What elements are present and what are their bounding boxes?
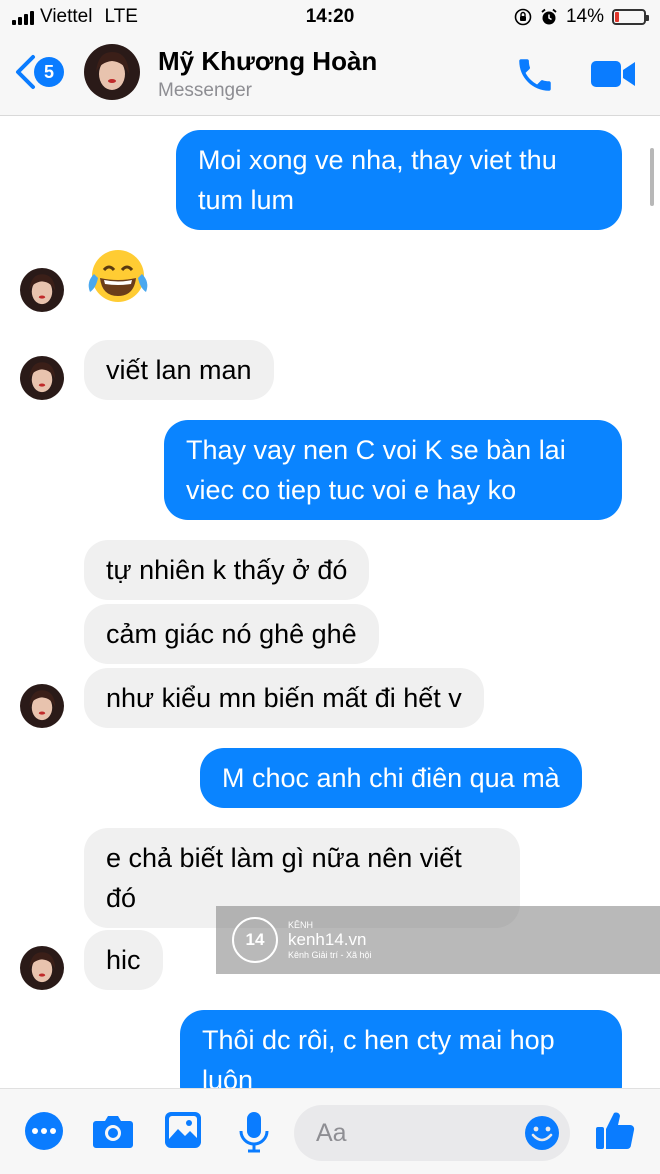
message-incoming[interactable]: cảm giác nó ghê ghê	[84, 604, 379, 664]
microphone-icon	[239, 1112, 269, 1153]
unread-count-badge: 5	[34, 57, 64, 87]
more-button[interactable]	[24, 1111, 64, 1156]
message-outgoing[interactable]: Moi xong ve nha, thay viet thu tum lum	[176, 130, 622, 230]
thumbs-up-icon	[596, 1112, 635, 1149]
message-outgoing[interactable]: M choc anh chi điên qua mà	[200, 748, 582, 808]
message-input-container[interactable]	[294, 1105, 570, 1161]
phone-icon	[519, 59, 551, 91]
contact-avatar-small	[20, 356, 64, 400]
kenh14-watermark: 14 KÊNH kenh14.vn Kênh Giải trí - Xã hội	[216, 906, 660, 974]
contact-avatar[interactable]	[84, 44, 140, 100]
watermark-tagline: Kênh Giải trí - Xã hội	[288, 950, 372, 960]
message-input[interactable]	[316, 1115, 506, 1151]
alarm-icon	[541, 8, 557, 25]
orientation-lock-icon	[514, 8, 532, 26]
message-outgoing[interactable]: Thay vay nen C voi K se bàn lai viec co …	[164, 420, 622, 520]
video-camera-icon	[591, 61, 635, 87]
contact-avatar-small	[20, 268, 64, 312]
chevron-left-icon	[16, 55, 35, 89]
contact-avatar-small	[20, 684, 64, 728]
camera-icon	[93, 1116, 133, 1148]
video-call-button[interactable]	[590, 58, 636, 95]
face-with-tears-of-joy-emoji[interactable]	[84, 248, 152, 309]
like-button[interactable]	[594, 1109, 636, 1156]
message-outgoing[interactable]: Thôi dc rôi, c hen cty mai hop luôn	[180, 1010, 622, 1088]
voice-message-button[interactable]	[238, 1111, 270, 1158]
emoji-button[interactable]	[524, 1115, 560, 1156]
composer-bar	[0, 1088, 660, 1174]
kenh14-logo: 14	[232, 917, 278, 963]
contact-avatar-small	[20, 946, 64, 990]
message-incoming[interactable]: tự nhiên k thấy ở đó	[84, 540, 370, 600]
contact-name[interactable]: Mỹ Khương Hoàn	[158, 46, 377, 77]
message-incoming[interactable]: viết lan man	[84, 340, 274, 400]
message-incoming[interactable]: như kiểu mn biến mất đi hết v	[84, 668, 484, 728]
message-thread[interactable]: Moi xong ve nha, thay viet thu tum lum v…	[0, 116, 660, 1088]
battery-icon	[612, 9, 649, 25]
message-incoming[interactable]: hic	[84, 930, 163, 990]
voice-call-button[interactable]	[514, 54, 556, 101]
contact-subtitle: Messenger	[158, 80, 252, 101]
status-right: 14%	[514, 6, 649, 28]
more-dots-icon	[25, 1112, 63, 1150]
scrollbar[interactable]	[650, 148, 654, 206]
watermark-name: kenh14.vn	[288, 930, 367, 949]
camera-button[interactable]	[92, 1111, 134, 1156]
gallery-button[interactable]	[164, 1111, 202, 1154]
status-bar: Viettel LTE 14:20 14%	[0, 0, 660, 34]
avatar-image	[84, 44, 140, 100]
smiley-icon	[525, 1116, 559, 1150]
image-icon	[165, 1112, 201, 1148]
battery-level	[615, 12, 619, 22]
battery-percent: 14%	[565, 6, 604, 27]
conversation-header: 5 Mỹ Khương Hoàn Messenger	[0, 34, 660, 116]
back-button[interactable]: 5	[14, 54, 64, 90]
